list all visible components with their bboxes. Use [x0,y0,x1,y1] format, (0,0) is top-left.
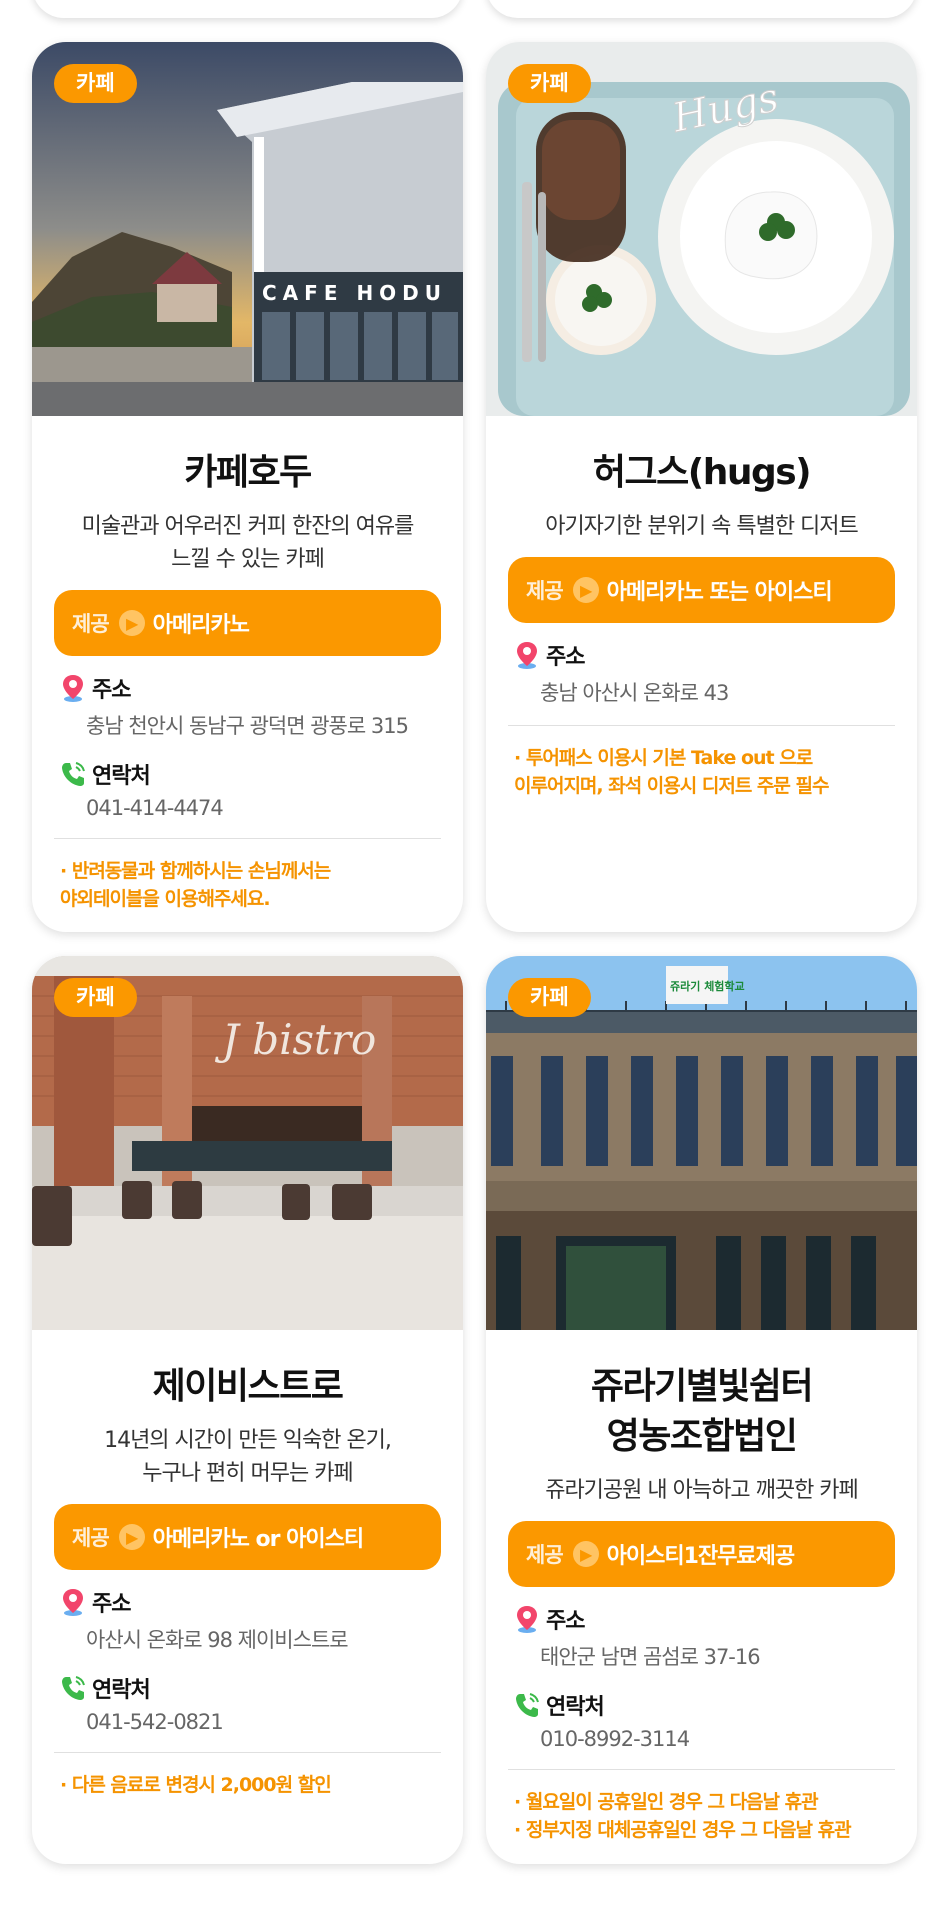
divider [508,725,895,726]
offer-banner: 제공 ▶ 아메리카노 [54,590,441,656]
map-pin-icon [60,673,86,703]
cafe-photo: 쥬라기 체험학교 카페 [486,956,917,1330]
divider [508,1769,895,1770]
chevron-right-icon: ▶ [572,1541,599,1567]
offer-banner: 제공 ▶ 아메리카노 or 아이스티 [54,1504,441,1570]
cafe-card[interactable]: Hugs 카페 허그스(hugs) 아기자기한 분위기 속 특별한 디저트 제공… [486,42,917,932]
category-badge: 카페 [54,978,137,1017]
address-value: 아산시 온화로 98 제이비스트로 [86,1628,349,1652]
cafe-description: 아기자기한 분위기 속 특별한 디저트 [545,514,859,539]
divider [54,1752,441,1753]
offer-value: 아메리카노 또는 아이스티 [606,580,833,605]
offer-banner: 제공 ▶ 아메리카노 또는 아이스티 [508,557,895,623]
note: · 정부지정 대체공휴일인 경우 그 다음날 휴관 [514,1819,852,1841]
divider [54,838,441,839]
offer-banner: 제공 ▶ 아이스티1잔무료제공 [508,1521,895,1587]
contact-label: 연락처 [92,764,151,789]
offer-label: 제공 [72,1526,110,1550]
cafe-photo: CAFE HODU 카페 [32,42,463,416]
offer-label: 제공 [72,612,110,636]
offer-value: 아이스티1잔무료제공 [606,1544,795,1569]
cafe-title: 쥬라기별빛쉼터 영농조합법인 [590,1366,814,1457]
cafe-photo: J bistro 카페 [32,956,463,1330]
map-pin-icon [60,1587,86,1617]
category-badge: 카페 [508,64,591,103]
address-label: 주소 [92,678,131,703]
category-badge: 카페 [508,978,591,1017]
offer-value: 아메리카노 or 아이스티 [152,1527,364,1552]
contact-value[interactable]: 041-542-0821 [60,1710,441,1734]
cafe-title: 허그스(hugs) [592,452,812,493]
note: · 투어패스 이용시 기본 Take out 으로 이루어지며, 좌석 이용시 … [514,747,829,797]
cafe-sign-text: CAFE HODU [262,281,447,305]
address-value: 충남 아산시 온화로 43 [540,681,729,705]
contact-label: 연락처 [546,1695,605,1720]
note: · 반려동물과 함께하시는 손님께서는 야외테이블을 이용해주세요. [60,860,331,910]
address-value: 충남 천안시 동남구 광덕면 광풍로 315 [86,714,409,738]
note: · 월요일이 공휴일인 경우 그 다음날 휴관 [514,1791,819,1813]
cafe-title: 제이비스트로 [152,1366,344,1407]
address-value: 태안군 남면 곰섬로 37-16 [540,1645,761,1669]
cafe-card[interactable]: 쥬라기 체험학교 카페 쥬라기별빛쉼터 영농조합법인 쥬라기공원 내 아늑하고 … [486,956,917,1864]
contact-label: 연락처 [92,1678,151,1703]
previous-card-left [32,0,463,18]
cafe-photo: Hugs 카페 [486,42,917,416]
phone-icon[interactable] [514,1690,540,1720]
cafe-description: 미술관과 어우러진 커피 한잔의 여유를 느낄 수 있는 카페 [81,514,415,572]
cafe-title: 카페호두 [184,452,312,493]
cafe-card[interactable]: CAFE HODU 카페 카페호두 미술관과 어우러진 커피 한잔의 여유를 느… [32,42,463,932]
chevron-right-icon: ▶ [118,610,145,636]
note: · 다른 음료로 변경시 2,000원 할인 [60,1774,332,1796]
offer-label: 제공 [526,1543,564,1567]
category-badge: 카페 [54,64,137,103]
phone-icon[interactable] [60,759,86,789]
map-pin-icon [514,1604,540,1634]
chevron-right-icon: ▶ [572,577,599,603]
previous-card-right [486,0,917,18]
contact-value[interactable]: 010-8992-3114 [514,1727,895,1751]
cafe-card[interactable]: J bistro 카페 제이비스트로 14년의 시간이 만든 익숙한 온기, 누… [32,956,463,1864]
offer-value: 아메리카노 [152,613,250,638]
cafe-description: 쥬라기공원 내 아늑하고 깨끗한 카페 [545,1478,859,1503]
address-label: 주소 [546,645,585,670]
map-pin-icon [514,640,540,670]
jurassic-sign-text: 쥬라기 체험학교 [670,979,745,993]
chevron-right-icon: ▶ [118,1524,145,1550]
jbistro-sign-text: J bistro [214,1015,376,1064]
offer-label: 제공 [526,579,564,603]
address-label: 주소 [546,1609,585,1634]
address-label: 주소 [92,1592,131,1617]
cafe-description: 14년의 시간이 만든 익숙한 온기, 누구나 편히 머무는 카페 [104,1428,392,1486]
phone-icon[interactable] [60,1673,86,1703]
contact-value[interactable]: 041-414-4474 [60,796,441,820]
